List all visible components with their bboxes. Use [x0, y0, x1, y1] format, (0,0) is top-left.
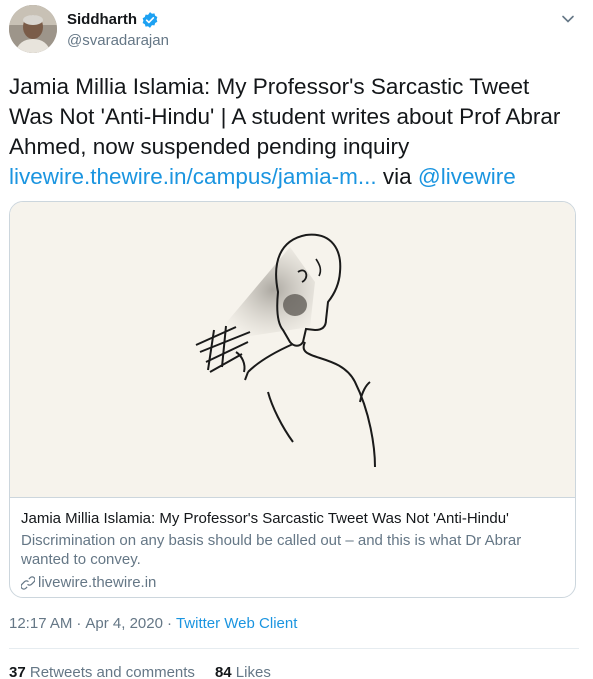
via-text: via [382, 164, 412, 189]
tweet-meta: 12:17 AM · Apr 4, 2020 · Twitter Web Cli… [9, 614, 297, 634]
likes-count: 84 [214, 664, 232, 679]
card-domain: livewire.thewire.in [38, 574, 157, 591]
tweet: Siddharth @svaradarajan Jamia Millia Isl… [0, 0, 593, 679]
tweet-body: Jamia Millia Islamia: My Professor's Sar… [9, 74, 561, 159]
link-icon [21, 576, 35, 590]
tweet-client[interactable]: Twitter Web Client [176, 614, 297, 634]
tweet-text: Jamia Millia Islamia: My Professor's Sar… [9, 72, 579, 192]
link-card[interactable]: Jamia Millia Islamia: My Professor's Sar… [9, 201, 576, 598]
illustration-person-with-phone-icon [195, 233, 376, 468]
tweet-time[interactable]: 12:17 AM [9, 614, 72, 634]
author-handle[interactable]: @svaradarajan [67, 31, 169, 51]
card-title: Jamia Millia Islamia: My Professor's Sar… [21, 510, 509, 527]
tweet-link[interactable]: livewire.thewire.in/campus/jamia-m... [9, 164, 377, 189]
tweet-stats: 37 Retweets and comments 84 Likes [9, 663, 271, 679]
meta-separator-2: · [166, 615, 172, 632]
retweets-stat[interactable]: 37 Retweets and comments [9, 663, 195, 679]
author-block: Siddharth @svaradarajan [67, 10, 169, 51]
tweet-date[interactable]: Apr 4, 2020 [85, 614, 163, 634]
retweets-label: Retweets and comments [29, 664, 195, 679]
meta-separator: · [76, 615, 82, 632]
verified-badge-icon [142, 12, 158, 28]
likes-stat[interactable]: 84 Likes [215, 663, 271, 679]
likes-label: Likes [235, 664, 271, 679]
card-body: Jamia Millia Islamia: My Professor's Sar… [10, 499, 575, 597]
author-name[interactable]: Siddharth [67, 10, 137, 30]
name-row: Siddharth [67, 10, 169, 30]
mention-link[interactable]: @livewire [418, 164, 516, 189]
retweets-count: 37 [9, 664, 26, 679]
avatar[interactable] [9, 5, 57, 53]
divider [9, 648, 579, 649]
card-description: Discrimination on any basis should be ca… [21, 532, 522, 568]
card-domain-row: livewire.thewire.in [21, 573, 566, 593]
chevron-down-icon[interactable] [561, 12, 575, 26]
avatar-photo-icon [9, 5, 57, 53]
card-image [10, 202, 575, 498]
